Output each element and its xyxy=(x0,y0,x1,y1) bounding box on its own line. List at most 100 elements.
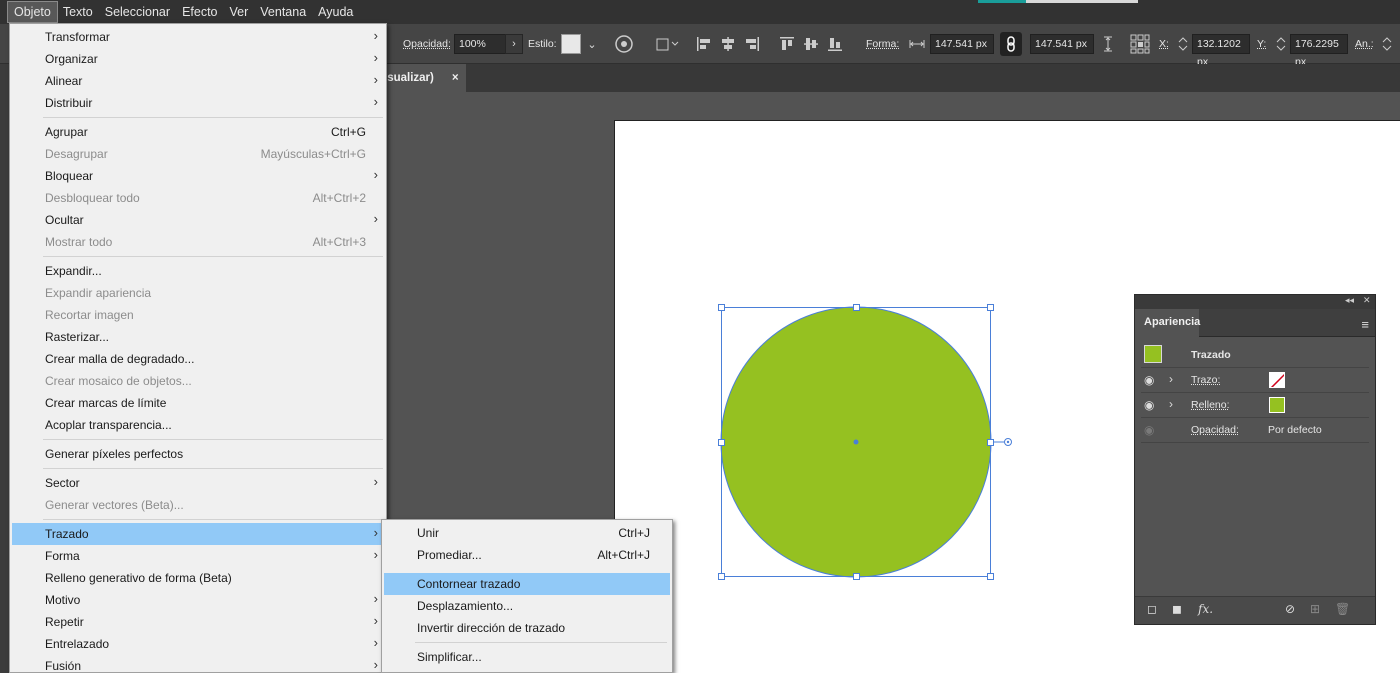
y-input[interactable]: 176.2295 px xyxy=(1290,34,1348,68)
menu-item-agrupar[interactable]: Agrupar Ctrl+G xyxy=(12,121,384,143)
appearance-object-row[interactable]: Trazado xyxy=(1141,343,1369,368)
panel-menu-icon[interactable]: ≡ xyxy=(1361,317,1369,332)
style-dropdown-button[interactable]: ⌄ xyxy=(583,34,601,54)
chevron-right-icon[interactable]: › xyxy=(1169,372,1173,386)
menu-item-motivo[interactable]: Motivo › xyxy=(12,589,384,611)
menu-objeto[interactable]: Objeto xyxy=(7,1,58,23)
menu-item-ocultar[interactable]: Ocultar › xyxy=(12,209,384,231)
height-input[interactable]: 147.541 px xyxy=(1030,34,1094,54)
menu-ventana[interactable]: Ventana xyxy=(254,2,312,22)
menu-item-pixeles-perfectos[interactable]: Generar píxeles perfectos xyxy=(12,443,384,465)
menu-item-generar-vectores: Generar vectores (Beta)... xyxy=(12,494,384,516)
stroke-none-swatch[interactable] xyxy=(1269,372,1285,388)
menu-item-shortcut: Mayúsculas+Ctrl+G xyxy=(260,147,366,161)
an-label: An.: xyxy=(1355,38,1374,50)
chevron-right-icon: › xyxy=(373,94,378,109)
eye-icon[interactable]: ◉ xyxy=(1144,373,1154,387)
submenu-item-desplazamiento[interactable]: Desplazamiento... xyxy=(384,595,670,617)
menu-item-label: Motivo xyxy=(45,593,81,607)
opacity-input[interactable]: 100% xyxy=(454,34,506,54)
document-tab-title: isualizar) xyxy=(384,72,434,84)
menu-item-trazado[interactable]: Trazado › xyxy=(12,523,384,545)
menu-item-label: Desagrupar xyxy=(45,147,108,161)
menu-item-label: Repetir xyxy=(45,615,84,629)
reference-point-icon[interactable] xyxy=(1130,34,1150,54)
menu-item-entrelazado[interactable]: Entrelazado › xyxy=(12,633,384,655)
menu-item-shortcut: Ctrl+G xyxy=(330,125,366,139)
submenu-item-invertir-direccion[interactable]: Invertir dirección de trazado xyxy=(384,617,670,639)
menu-efecto[interactable]: Efecto xyxy=(176,2,223,22)
menu-item-fusion[interactable]: Fusión › xyxy=(12,655,384,673)
y-stepper-icon[interactable] xyxy=(1274,34,1288,54)
menu-item-label: Acoplar transparencia... xyxy=(45,418,172,432)
submenu-item-promediar[interactable]: Promediar... Alt+Ctrl+J xyxy=(384,544,670,566)
menu-ayuda[interactable]: Ayuda xyxy=(312,2,359,22)
menu-item-repetir[interactable]: Repetir › xyxy=(12,611,384,633)
align-left-icon[interactable] xyxy=(695,35,713,53)
menu-item-organizar[interactable]: Organizar › xyxy=(12,48,384,70)
menu-item-label: Sector xyxy=(45,476,80,490)
close-icon[interactable]: × xyxy=(452,72,459,84)
appearance-stroke-row[interactable]: ◉ › Trazo: xyxy=(1141,368,1369,393)
align-right-icon[interactable] xyxy=(743,35,761,53)
align-bottom-icon[interactable] xyxy=(826,35,844,53)
menu-item-relleno-generativo[interactable]: Relleno generativo de forma (Beta) xyxy=(12,567,384,589)
collapse-icon[interactable]: ◂◂ xyxy=(1345,295,1354,306)
menu-item-label: Desbloquear todo xyxy=(45,191,140,205)
opacity-label[interactable]: Opacidad: xyxy=(1191,424,1239,436)
menu-item-bloquear[interactable]: Bloquear › xyxy=(12,165,384,187)
menu-item-label: Distribuir xyxy=(45,96,93,110)
menu-seleccionar[interactable]: Seleccionar xyxy=(99,2,176,22)
close-panel-icon[interactable]: ✕ xyxy=(1363,295,1371,306)
menu-item-expandir[interactable]: Expandir... xyxy=(12,260,384,282)
menu-item-acoplar-transparencia[interactable]: Acoplar transparencia... xyxy=(12,414,384,436)
clear-icon[interactable]: ⊘ xyxy=(1285,602,1295,616)
fill-label[interactable]: Relleno: xyxy=(1191,399,1230,411)
new-fill-icon[interactable]: ◼ xyxy=(1172,602,1182,616)
x-stepper-icon[interactable] xyxy=(1176,34,1190,54)
menu-item-forma[interactable]: Forma › xyxy=(12,545,384,567)
submenu-item-label: Contornear trazado xyxy=(417,577,521,591)
appearance-opacity-row[interactable]: ◉ Opacidad: Por defecto xyxy=(1141,418,1369,443)
style-swatch[interactable] xyxy=(561,34,581,54)
menu-item-sector[interactable]: Sector › xyxy=(12,472,384,494)
submenu-separator xyxy=(415,642,667,643)
fx-icon[interactable]: fx. xyxy=(1198,602,1213,616)
stroke-label[interactable]: Trazo: xyxy=(1191,374,1220,386)
panel-tab-bar: Apariencia ≡ xyxy=(1135,309,1375,337)
an-stepper-icon[interactable] xyxy=(1380,34,1394,54)
submenu-item-shortcut: Alt+Ctrl+J xyxy=(597,548,650,562)
menu-texto[interactable]: Texto xyxy=(57,2,99,22)
submenu-item-contornear-trazado[interactable]: Contornear trazado xyxy=(384,573,670,595)
menu-item-label: Fusión xyxy=(45,659,82,673)
chevron-right-icon: › xyxy=(373,72,378,87)
align-top-icon[interactable] xyxy=(778,35,796,53)
chevron-right-icon[interactable]: › xyxy=(1169,397,1173,411)
appearance-fill-row[interactable]: ◉ › Relleno: xyxy=(1141,393,1369,418)
align-center-h-icon[interactable] xyxy=(719,35,737,53)
menu-item-crear-malla[interactable]: Crear malla de degradado... xyxy=(12,348,384,370)
menu-item-crear-mosaico: Crear mosaico de objetos... xyxy=(12,370,384,392)
menu-ver[interactable]: Ver xyxy=(224,2,255,22)
menu-item-distribuir[interactable]: Distribuir › xyxy=(12,92,384,114)
transform-align-icon[interactable] xyxy=(654,34,680,54)
menu-item-transformar[interactable]: Transformar › xyxy=(12,26,384,48)
eye-icon[interactable]: ◉ xyxy=(1144,398,1154,412)
menu-item-alinear[interactable]: Alinear › xyxy=(12,70,384,92)
menu-item-label: Ocultar xyxy=(45,213,84,227)
new-stroke-icon[interactable]: ◻ xyxy=(1147,602,1157,616)
x-input[interactable]: 132.1202 px xyxy=(1192,34,1250,68)
recolor-icon[interactable] xyxy=(614,34,634,54)
workspace-indicator xyxy=(978,0,1026,3)
fill-swatch[interactable] xyxy=(1269,397,1285,413)
menu-item-rasterizar[interactable]: Rasterizar... xyxy=(12,326,384,348)
tab-apariencia[interactable]: Apariencia xyxy=(1135,309,1200,337)
width-input[interactable]: 147.541 px xyxy=(930,34,994,54)
menu-item-label: Forma xyxy=(45,549,80,563)
submenu-item-unir[interactable]: Unir Ctrl+J xyxy=(384,522,670,544)
align-center-v-icon[interactable] xyxy=(802,35,820,53)
opacity-dropdown-button[interactable]: › xyxy=(505,34,523,54)
menu-item-crear-marcas[interactable]: Crear marcas de límite xyxy=(12,392,384,414)
link-icon[interactable] xyxy=(1000,32,1022,56)
submenu-item-simplificar[interactable]: Simplificar... xyxy=(384,646,670,668)
